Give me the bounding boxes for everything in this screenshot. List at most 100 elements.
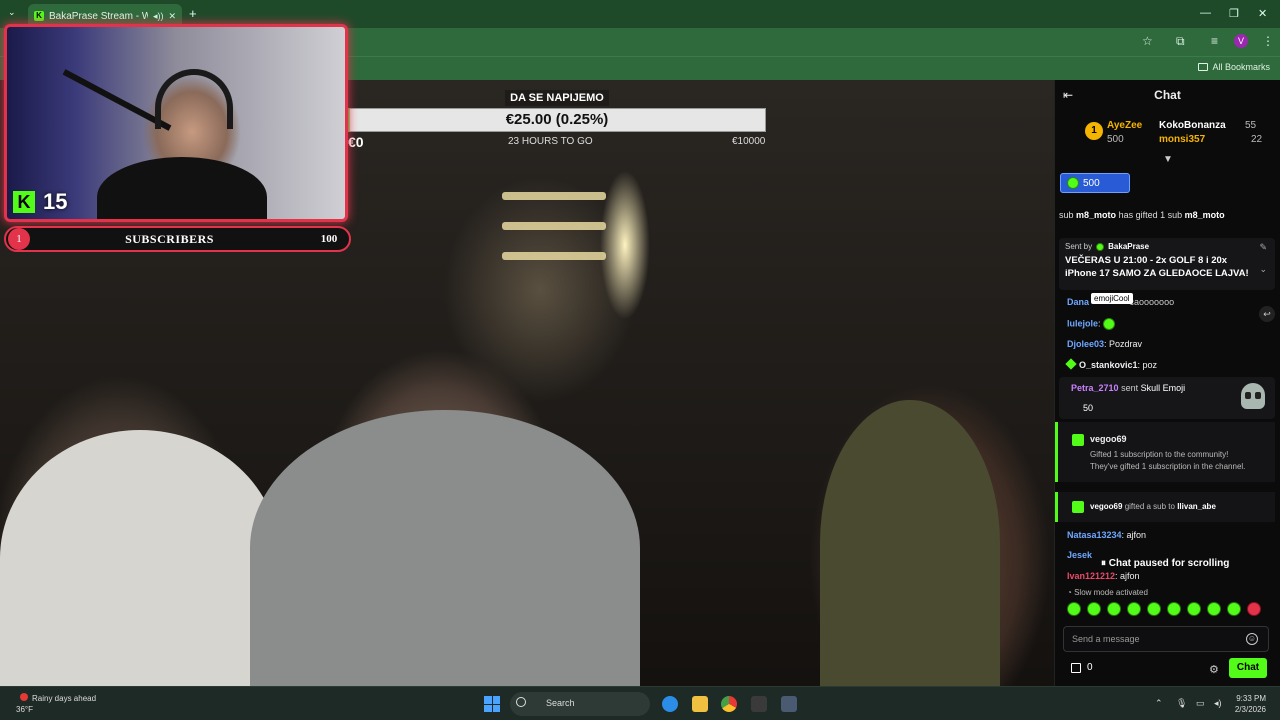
ticker-prefix: sub <box>1059 210 1074 220</box>
chat-username[interactable]: Natasa13234 <box>1067 530 1122 540</box>
chat-username[interactable]: lulejole <box>1067 318 1098 328</box>
kick-gift-amount: 50 <box>1083 403 1094 413</box>
weather-line1: Rainy days ahead <box>32 694 97 703</box>
chevron-down-icon[interactable]: ⌄ <box>1259 264 1267 275</box>
leaderboard-rank-badge: 1 <box>1085 122 1103 140</box>
pinned-sent-by: Sent by <box>1065 242 1093 251</box>
pinned-text: VEČERAS U 21:00 - 2x GOLF 8 i 20x iPhone… <box>1065 255 1249 279</box>
taskbar-clock[interactable]: 9:33 PM 2/3/2026 <box>1235 693 1266 715</box>
chat-text: : <box>1098 318 1101 329</box>
edit-icon[interactable]: ✎ <box>1259 242 1267 253</box>
new-tab-button[interactable]: + <box>189 6 197 21</box>
taskbar-search[interactable]: Search <box>510 692 650 716</box>
emoji-icon[interactable]: ☺ <box>1246 633 1258 645</box>
reply-icon[interactable]: ↩ <box>1259 306 1275 322</box>
chat-message-input[interactable]: Send a message <box>1063 626 1269 652</box>
quick-emote-icon[interactable] <box>1147 602 1161 616</box>
quick-emote-icon[interactable] <box>1247 602 1261 616</box>
collapse-icon[interactable]: ⇤ <box>1063 88 1073 102</box>
ticker-user[interactable]: m8_moto <box>1076 210 1116 220</box>
chat-title: Chat <box>1154 88 1181 102</box>
community-gift-card: vegoo69 Gifted 1 subscription to the com… <box>1055 422 1275 482</box>
tray-chevron-icon[interactable]: ⌃ <box>1155 698 1163 709</box>
gift-leaderboard[interactable]: 1 AyeZee 500 KokoBonanza 55 monsi357 22 <box>1085 116 1275 150</box>
audio-icon[interactable]: ◂)) <box>153 11 164 22</box>
gift-sub-line: vegoo69 gifted a sub to Ilivan_abe <box>1090 502 1216 511</box>
points-value: 0 <box>1087 662 1093 673</box>
subscriber-current: 1 <box>8 228 30 250</box>
clock-time: 9:33 PM <box>1236 694 1266 703</box>
chat-username[interactable]: Ivan121212 <box>1067 571 1115 581</box>
app-icon[interactable] <box>751 696 767 712</box>
quick-emote-icon[interactable] <box>1067 602 1081 616</box>
chat-username[interactable]: Djolee03 <box>1067 339 1104 349</box>
kick-gift-line: Petra_2710 sent Skull Emoji <box>1071 383 1185 393</box>
goal-progress-bar: €25.00 (0.25%) <box>348 108 766 132</box>
network-icon[interactable]: ▭ <box>1196 698 1205 709</box>
person-center <box>250 410 640 686</box>
app-icon-2[interactable] <box>781 696 797 712</box>
chat-text: : ajfon <box>1115 571 1140 581</box>
chat-username[interactable]: Dana <box>1067 297 1089 307</box>
shelf-light <box>502 252 606 260</box>
media-icon[interactable]: ≡ <box>1211 34 1218 48</box>
browser-menu-icon[interactable]: ⋮ <box>1262 34 1274 48</box>
quick-emote-icon[interactable] <box>1207 602 1221 616</box>
quick-emote-icon[interactable] <box>1127 602 1141 616</box>
sub-gift-ticker: sub m8_moto has gifted 1 sub m8_moto <box>1059 210 1275 220</box>
slow-mode-icon: ◔ <box>1067 588 1072 597</box>
chat-message: Jesek <box>1067 550 1092 560</box>
quick-emote-icon[interactable] <box>1227 602 1241 616</box>
channel-points[interactable]: 0 <box>1071 662 1093 673</box>
chat-username[interactable]: Jesek <box>1067 550 1092 560</box>
quick-emote-icon[interactable] <box>1167 602 1181 616</box>
all-bookmarks-button[interactable]: All Bookmarks <box>1198 62 1270 72</box>
lamp-light <box>600 170 650 320</box>
gift-card-line1: Gifted 1 subscription to the community! <box>1090 450 1229 459</box>
quick-emote-icon[interactable] <box>1107 602 1121 616</box>
mic-icon[interactable]: 🎙 <box>1176 698 1187 709</box>
extensions-icon[interactable]: ⧉ <box>1176 34 1185 49</box>
settings-icon[interactable]: ⚙ <box>1209 663 1219 676</box>
headphones <box>155 69 233 129</box>
pinned-sender: Sent by BakaPrase <box>1065 242 1269 251</box>
maximize-icon[interactable]: ❐ <box>1229 7 1239 20</box>
search-icon <box>516 697 526 707</box>
chat-paused-label: Chat paused for scrolling <box>1108 558 1230 569</box>
ticker-user-2[interactable]: m8_moto <box>1185 210 1225 220</box>
shelf-light <box>502 222 606 230</box>
chat-message: Natasa13234: ajfon <box>1067 530 1146 540</box>
chat-paused-banner[interactable]: ⏸ Chat paused for scrolling <box>1095 556 1236 571</box>
window-close-icon[interactable]: ✕ <box>1258 7 1267 20</box>
leaderboard-toggle-icon[interactable]: ▼ <box>1163 154 1173 165</box>
weather-line2: 36°F <box>16 705 33 714</box>
gift-sub-recipient[interactable]: Ilivan_abe <box>1177 502 1216 511</box>
tab-menu-icon[interactable]: ⌄ <box>8 7 16 18</box>
star-icon[interactable]: ☆ <box>1142 34 1153 48</box>
weather-widget[interactable]: Rainy days ahead 36°F <box>16 693 96 715</box>
quick-emote-icon[interactable] <box>1187 602 1201 616</box>
kick-gift-item: Skull Emoji <box>1140 383 1186 393</box>
windows-icon[interactable] <box>484 696 500 712</box>
profile-avatar[interactable]: V <box>1234 34 1248 48</box>
close-icon[interactable]: ✕ <box>168 11 176 22</box>
pinned-author[interactable]: BakaPrase <box>1108 242 1149 251</box>
file-explorer-icon[interactable] <box>692 696 708 712</box>
gift-sub-user[interactable]: vegoo69 <box>1090 502 1122 511</box>
edge-icon[interactable] <box>662 696 678 712</box>
chat-send-button[interactable]: Chat <box>1229 658 1267 678</box>
subscriber-goal-bar: 1 SUBSCRIBERS 100 <box>4 226 351 252</box>
chat-username[interactable]: O_stankovic1 <box>1079 360 1138 370</box>
kicks-button[interactable]: 500 <box>1060 173 1130 193</box>
chat-header: ⇤ Chat <box>1055 80 1280 110</box>
windows-taskbar: Rainy days ahead 36°F Search ⌃ 🎙 ▭ ◂) 9:… <box>0 686 1280 720</box>
volume-icon[interactable]: ◂) <box>1214 698 1222 709</box>
shelf-light <box>502 192 606 200</box>
minimize-icon[interactable]: — <box>1200 7 1211 19</box>
emote-icon <box>1103 318 1116 330</box>
pinned-message[interactable]: Sent by BakaPrase VEČERAS U 21:00 - 2x G… <box>1059 238 1275 290</box>
kick-gift-user[interactable]: Petra_2710 <box>1071 383 1119 393</box>
quick-emote-icon[interactable] <box>1087 602 1101 616</box>
gift-card-user[interactable]: vegoo69 <box>1090 434 1127 444</box>
chrome-icon[interactable] <box>721 696 737 712</box>
